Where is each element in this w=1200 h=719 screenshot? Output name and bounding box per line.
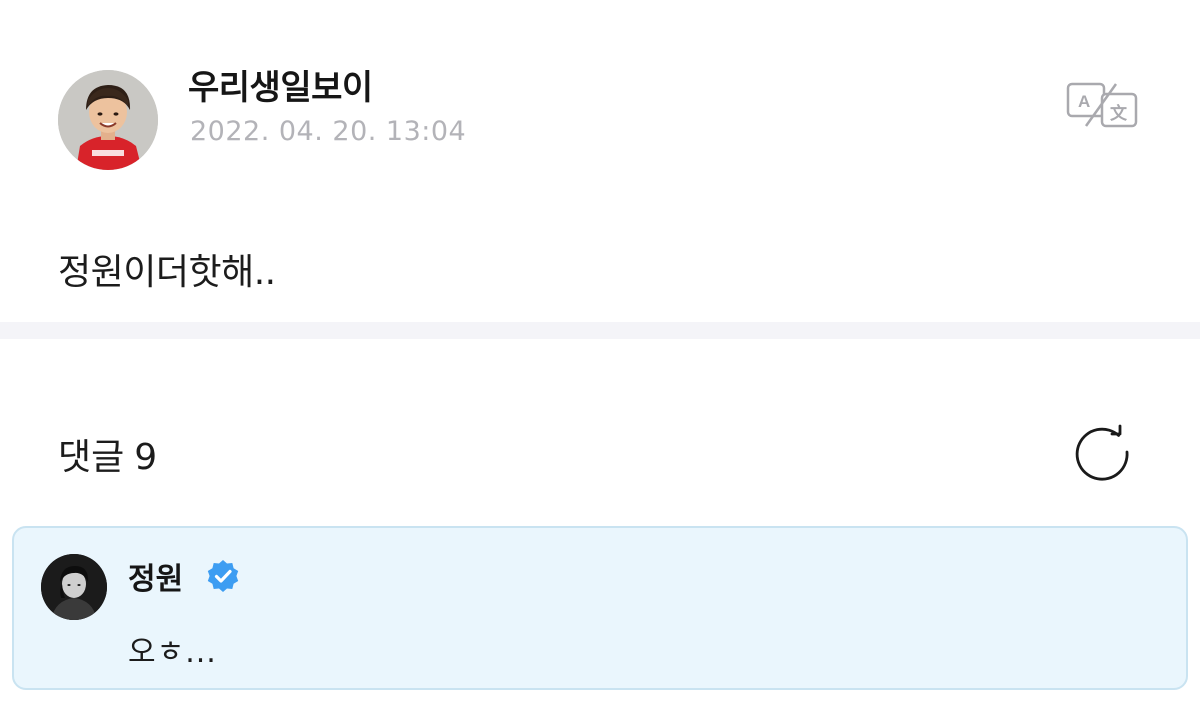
post-author-avatar[interactable]: [58, 70, 158, 170]
comment-author-avatar[interactable]: [41, 554, 107, 620]
section-divider: [0, 322, 1200, 339]
post-author-name[interactable]: 우리생일보이: [188, 60, 373, 109]
post-timestamp: 2022. 04. 20. 13:04: [190, 116, 467, 147]
post-detail-screen: 우리생일보이 2022. 04. 20. 13:04 A 文 정원이더핫해.. …: [0, 0, 1200, 719]
comments-count: 9: [134, 437, 158, 478]
verified-badge-icon: [206, 559, 240, 593]
post-body-text: 정원이더핫해..: [58, 252, 276, 293]
refresh-icon: [1075, 424, 1129, 481]
translate-button[interactable]: A 文: [1064, 80, 1140, 130]
refresh-comments-button[interactable]: [1072, 422, 1132, 482]
profile-photo-icon: [41, 554, 107, 620]
translate-icon: A 文: [1066, 82, 1138, 128]
svg-text:A: A: [1078, 92, 1090, 111]
comment-text: 오ㅎ...: [128, 635, 217, 670]
child-photo-icon: [58, 70, 158, 170]
comment-item[interactable]: 정원 오ㅎ...: [12, 526, 1188, 690]
svg-text:文: 文: [1110, 103, 1128, 124]
comments-header: 댓글 9: [58, 428, 157, 480]
comment-author-name[interactable]: 정원: [128, 554, 183, 598]
comments-label: 댓글: [58, 437, 125, 478]
